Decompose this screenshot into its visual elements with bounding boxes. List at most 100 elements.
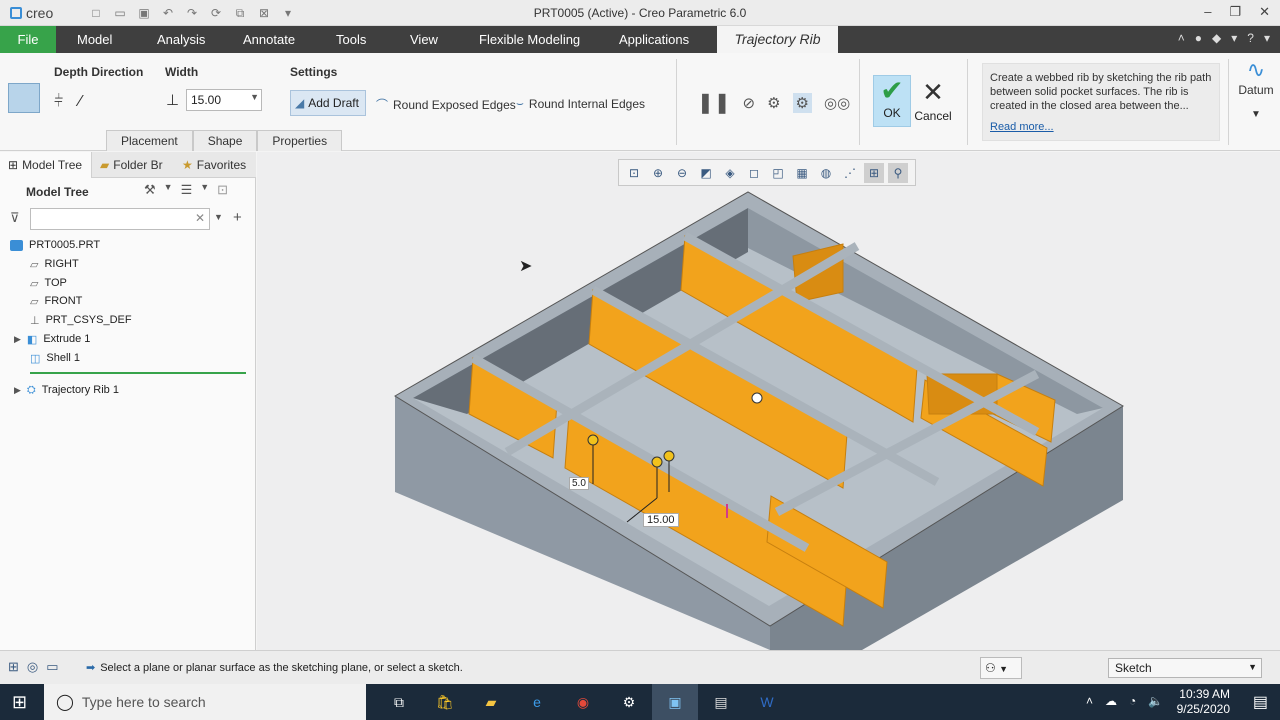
tree-item-front[interactable]: ▱ FRONT bbox=[30, 292, 82, 310]
add-draft-button[interactable]: ◢ Add Draft bbox=[290, 90, 366, 116]
tree-item-right[interactable]: ▱ RIGHT bbox=[30, 255, 79, 273]
tab-favorites[interactable]: ★ Favorites bbox=[182, 152, 256, 178]
tab-trajectory-rib[interactable]: Trajectory Rib bbox=[717, 26, 838, 53]
expand-icon[interactable]: ▶ bbox=[14, 334, 21, 345]
annotation-display-icon[interactable]: ⊞ bbox=[864, 162, 884, 183]
refit-icon[interactable]: ⊡ bbox=[624, 163, 644, 183]
clock[interactable]: 10:39 AM 9/25/2020 bbox=[1177, 687, 1230, 717]
datum-dropdown-icon[interactable]: ▼ bbox=[1236, 109, 1276, 120]
spin-center-icon[interactable]: ⚲ bbox=[888, 162, 908, 183]
volume-icon[interactable]: 🔈 bbox=[1148, 694, 1163, 708]
tree-item-part[interactable]: PRT0005.PRT bbox=[10, 236, 100, 254]
tree-item-top[interactable]: ▱ TOP bbox=[30, 274, 67, 292]
word-icon[interactable]: W bbox=[744, 684, 790, 720]
tray-chevron-icon[interactable]: ˄ bbox=[1086, 694, 1093, 708]
view-manager-icon[interactable]: ◈ bbox=[720, 163, 740, 183]
close-window-icon[interactable]: ⊠ bbox=[254, 4, 274, 22]
save-icon[interactable]: ▣ bbox=[134, 4, 154, 22]
show-dropdown-icon[interactable]: ▼ bbox=[200, 182, 209, 198]
edge-icon[interactable]: e bbox=[514, 684, 560, 720]
read-more-link[interactable]: Read more... bbox=[990, 120, 1212, 134]
onedrive-icon[interactable]: ☁ bbox=[1105, 694, 1117, 708]
dimension-height[interactable]: 5.0 bbox=[569, 477, 589, 490]
display-style-icon[interactable]: ◻ bbox=[744, 163, 764, 183]
settings-dropdown-icon[interactable]: ▼ bbox=[164, 182, 173, 198]
no-preview-icon[interactable]: ⊘ bbox=[743, 94, 756, 112]
regenerate-icon[interactable]: ⟳ bbox=[206, 4, 226, 22]
restore-icon[interactable]: ❐ bbox=[1229, 4, 1241, 20]
graphics-window[interactable]: 5.0 15.00 ➤ ⊡ ⊕ ⊖ ◩ ◈ ◻ ◰ ▦ ◍ ⋰ ⊞ ⚲ bbox=[257, 152, 1280, 650]
menu-dropdown-icon[interactable]: ▾ bbox=[1264, 31, 1270, 45]
notifications-icon[interactable]: ▤ bbox=[1253, 692, 1268, 712]
search-dropdown-icon[interactable]: ▼ bbox=[214, 212, 223, 222]
flip-direction-icon[interactable]: ⁄ bbox=[79, 93, 82, 111]
ok-button[interactable]: ✔ OK bbox=[873, 75, 911, 127]
tree-search-input[interactable]: ✕ bbox=[30, 208, 210, 230]
open-icon[interactable]: ▭ bbox=[110, 4, 130, 22]
browser-toggle-icon[interactable]: ◎ bbox=[27, 659, 38, 675]
selection-filter[interactable]: Sketch ▼ bbox=[1108, 658, 1262, 678]
filter-tree-icon[interactable]: ⊡ bbox=[217, 182, 228, 198]
saved-orientations-icon[interactable]: ◰ bbox=[768, 163, 788, 183]
menu-view[interactable]: View bbox=[410, 26, 438, 53]
datum-display-icon[interactable]: ⋰ bbox=[840, 163, 860, 183]
tab-model-tree[interactable]: ⊞ Model Tree bbox=[0, 152, 92, 178]
zoom-out-icon[interactable]: ⊖ bbox=[672, 163, 692, 183]
windows-icon[interactable]: ⧉ bbox=[230, 4, 250, 22]
drag-handle[interactable] bbox=[651, 456, 663, 468]
detached-preview-icon[interactable]: ⚙ bbox=[792, 92, 812, 113]
verify-icon[interactable]: ◎◎ bbox=[824, 94, 850, 112]
datum-button[interactable]: ∿ Datum ▼ bbox=[1236, 57, 1276, 120]
tab-properties[interactable]: Properties bbox=[257, 130, 343, 151]
drag-handle[interactable] bbox=[663, 450, 675, 462]
dropdown-icon[interactable]: ▾ bbox=[1231, 31, 1237, 45]
customize-icon[interactable]: ▾ bbox=[278, 4, 298, 22]
menu-analysis[interactable]: Analysis bbox=[157, 26, 205, 53]
tab-shape[interactable]: Shape bbox=[192, 130, 258, 151]
cancel-button[interactable]: ✕ Cancel bbox=[913, 79, 953, 123]
expand-icon[interactable]: ▶ bbox=[14, 385, 21, 396]
undo-icon[interactable]: ↶ bbox=[158, 4, 178, 22]
chevron-down-icon[interactable]: ▼ bbox=[1248, 662, 1257, 672]
new-icon[interactable]: □ bbox=[86, 4, 106, 22]
close-icon[interactable]: ✕ bbox=[1259, 4, 1270, 20]
tree-item-trajectory-rib[interactable]: ▶ ⛭ Trajectory Rib 1 bbox=[14, 381, 119, 399]
round-exposed-edges-button[interactable]: ⌒ Round Exposed Edges bbox=[376, 96, 516, 113]
wifi-icon[interactable]: ◔ bbox=[1129, 694, 1136, 708]
attached-preview-icon[interactable]: ⚙ bbox=[767, 94, 780, 112]
chevron-down-icon[interactable]: ▼ bbox=[250, 92, 259, 102]
help-icon[interactable]: ? bbox=[1247, 31, 1254, 45]
flip-depth-icon[interactable]: ⫩ bbox=[54, 93, 63, 111]
pin-icon[interactable]: ● bbox=[1195, 31, 1202, 45]
tree-item-shell[interactable]: ◫ Shell 1 bbox=[30, 349, 80, 367]
menu-model[interactable]: Model bbox=[77, 26, 112, 53]
insert-indicator[interactable] bbox=[30, 372, 246, 374]
repaint-icon[interactable]: ◩ bbox=[696, 163, 716, 183]
tree-item-extrude[interactable]: ▶ ◧ Extrude 1 bbox=[14, 330, 90, 348]
creo-window-icon[interactable]: ▤ bbox=[698, 684, 744, 720]
find-dropdown-icon[interactable]: ▼ bbox=[999, 664, 1008, 674]
windows-start-icon[interactable]: ⊞ bbox=[12, 692, 27, 713]
tab-folder-browser[interactable]: ▰ Folder Br bbox=[100, 152, 170, 178]
tree-item-csys[interactable]: ⊥ PRT_CSYS_DEF bbox=[30, 311, 132, 329]
dimension-width[interactable]: 15.00 bbox=[643, 513, 679, 527]
chrome-icon[interactable]: ◉ bbox=[560, 684, 606, 720]
settings-icon[interactable]: ⚒ bbox=[144, 182, 156, 198]
clear-search-icon[interactable]: ✕ bbox=[195, 211, 205, 225]
store-icon[interactable]: 🛍 bbox=[422, 684, 468, 720]
menu-tools[interactable]: Tools bbox=[336, 26, 366, 53]
taskbar-search[interactable]: ◯ Type here to search bbox=[44, 684, 366, 720]
perspective-icon[interactable]: ◍ bbox=[816, 163, 836, 183]
menu-applications[interactable]: Applications bbox=[619, 26, 689, 53]
redo-icon[interactable]: ↷ bbox=[182, 4, 202, 22]
file-explorer-icon[interactable]: ▰ bbox=[468, 684, 514, 720]
show-icon[interactable]: ☰ bbox=[181, 182, 193, 198]
minimize-icon[interactable]: – bbox=[1204, 4, 1211, 20]
menu-flexible-modeling[interactable]: Flexible Modeling bbox=[479, 26, 580, 53]
find-button[interactable]: ⚇ ▼ bbox=[980, 657, 1022, 679]
drag-handle[interactable] bbox=[587, 434, 599, 446]
navigator-toggle-icon[interactable]: ⊞ bbox=[8, 659, 19, 675]
zoom-in-icon[interactable]: ⊕ bbox=[648, 163, 668, 183]
minimize-ribbon-icon[interactable]: ˄ bbox=[1178, 31, 1185, 45]
app-icon[interactable]: ⚙ bbox=[606, 684, 652, 720]
